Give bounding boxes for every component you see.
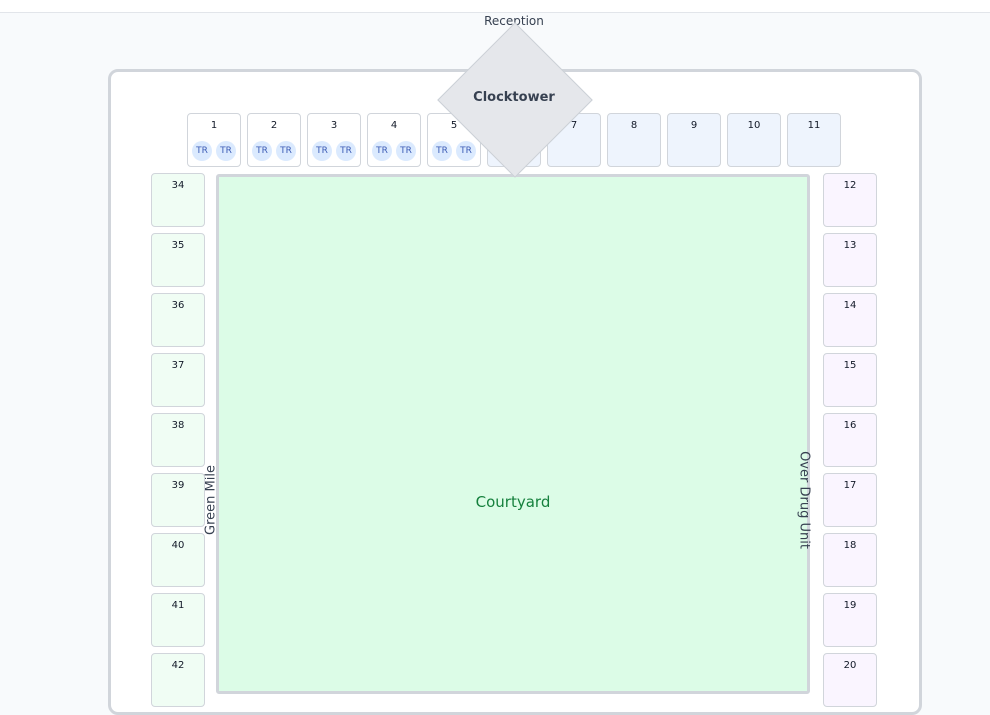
room-13[interactable]: 13 (823, 233, 877, 287)
clocktower-label: Clocktower (473, 90, 555, 105)
room-number: 14 (843, 300, 857, 311)
tr-badge[interactable]: TR (216, 141, 236, 161)
room-1[interactable]: 1 TR TR (187, 113, 241, 167)
room-34[interactable]: 34 (151, 173, 205, 227)
room-42[interactable]: 42 (151, 653, 205, 707)
tr-badge[interactable]: TR (336, 141, 356, 161)
tr-badge[interactable]: TR (192, 141, 212, 161)
room-2[interactable]: 2 TR TR (247, 113, 301, 167)
room-number: 16 (843, 420, 857, 431)
room-number: 41 (171, 600, 185, 611)
room-number: 15 (843, 360, 857, 371)
room-19[interactable]: 19 (823, 593, 877, 647)
room-number: 8 (630, 120, 638, 131)
over-drug-unit-label: Over Drug Unit (796, 451, 812, 549)
room-number: 11 (807, 120, 821, 131)
room-number: 9 (690, 120, 698, 131)
tr-badge[interactable]: TR (312, 141, 332, 161)
room-number: 3 (330, 120, 338, 131)
room-number: 4 (390, 120, 398, 131)
room-36[interactable]: 36 (151, 293, 205, 347)
room-35[interactable]: 35 (151, 233, 205, 287)
tr-badge[interactable]: TR (456, 141, 476, 161)
top-bar (0, 0, 990, 13)
room-14[interactable]: 14 (823, 293, 877, 347)
courtyard-area: Courtyard (216, 174, 810, 694)
room-number: 10 (747, 120, 761, 131)
room-number: 2 (270, 120, 278, 131)
room-38[interactable]: 38 (151, 413, 205, 467)
tr-badge[interactable]: TR (252, 141, 272, 161)
room-number: 17 (843, 480, 857, 491)
room-number: 37 (171, 360, 185, 371)
room-number: 39 (171, 480, 185, 491)
room-15[interactable]: 15 (823, 353, 877, 407)
tr-badge[interactable]: TR (276, 141, 296, 161)
room-4[interactable]: 4 TR TR (367, 113, 421, 167)
courtyard-label: Courtyard (475, 493, 551, 511)
room-37[interactable]: 37 (151, 353, 205, 407)
room-17[interactable]: 17 (823, 473, 877, 527)
room-12[interactable]: 12 (823, 173, 877, 227)
room-18[interactable]: 18 (823, 533, 877, 587)
room-40[interactable]: 40 (151, 533, 205, 587)
room-number: 13 (843, 240, 857, 251)
tr-badge[interactable]: TR (432, 141, 452, 161)
room-39[interactable]: 39 (151, 473, 205, 527)
room-number: 36 (171, 300, 185, 311)
tr-badge[interactable]: TR (396, 141, 416, 161)
green-mile-label: Green Mile (203, 465, 219, 535)
room-10[interactable]: 10 (727, 113, 781, 167)
room-8[interactable]: 8 (607, 113, 661, 167)
room-3[interactable]: 3 TR TR (307, 113, 361, 167)
room-number: 20 (843, 660, 857, 671)
room-number: 35 (171, 240, 185, 251)
room-number: 18 (843, 540, 857, 551)
room-9[interactable]: 9 (667, 113, 721, 167)
room-number: 19 (843, 600, 857, 611)
room-number: 38 (171, 420, 185, 431)
room-11[interactable]: 11 (787, 113, 841, 167)
room-number: 42 (171, 660, 185, 671)
room-20[interactable]: 20 (823, 653, 877, 707)
room-number: 1 (210, 120, 218, 131)
room-number: 12 (843, 180, 857, 191)
tr-badge[interactable]: TR (372, 141, 392, 161)
room-number: 40 (171, 540, 185, 551)
room-41[interactable]: 41 (151, 593, 205, 647)
room-number: 34 (171, 180, 185, 191)
room-16[interactable]: 16 (823, 413, 877, 467)
